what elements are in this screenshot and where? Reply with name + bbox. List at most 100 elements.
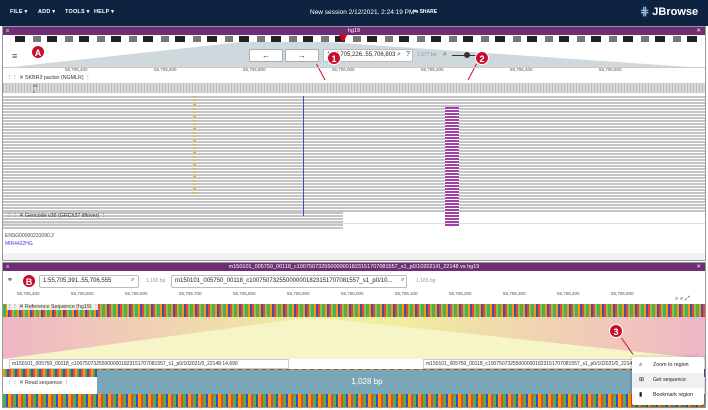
bookmark-region-item[interactable]: ▮ Bookmark region [632, 388, 704, 403]
track-menu-icon[interactable]: ⋮ [64, 380, 69, 386]
chromosome-ideogram[interactable] [15, 36, 705, 42]
close-view-icon[interactable]: ✕ [696, 27, 701, 35]
ruler-tick: 55,705,400 [65, 67, 88, 72]
linear-genome-view: ≡ hg19 ✕ ≡ A ← → 1:55,705,226..55,706,80… [2, 26, 706, 261]
region-highlight[interactable]: 1,028 bp [97, 370, 637, 394]
session-title[interactable]: New session 2/12/2021, 2:24:19 PM [310, 9, 414, 16]
ruler-tick: 55,705,900 [287, 291, 310, 296]
track-menu-icon[interactable]: ⋮ [85, 75, 90, 81]
bp-count: 1,577 bp [417, 52, 437, 58]
ruler-tick: 55,706,500 [611, 291, 634, 296]
zoom-icon: ⌕ [639, 362, 643, 368]
zoom-to-region-item[interactable]: ⌕ Zoom to region [632, 358, 704, 373]
menu-add[interactable]: ADD ▾ [38, 9, 55, 15]
ruler-tick: 55,706,200 [449, 291, 472, 296]
ruler-tick: 55,705,600 [125, 291, 148, 296]
link-views-icon[interactable]: ⚭ [7, 276, 13, 284]
view-title[interactable]: m150101_005750_00118_c100750732550000001… [229, 264, 480, 270]
gene-id[interactable]: ENSG00000231090.2 [5, 233, 54, 239]
track-menu-icon[interactable]: ⋮ [101, 213, 106, 219]
coverage-min-label: 0 [33, 89, 36, 94]
synteny-view: ≡ m150101_005750_00118_c1007507325500000… [2, 262, 706, 408]
snp-column [193, 96, 196, 196]
bookmark-icon: ▮ [639, 392, 643, 398]
read-bp-count: 1,165 bp [416, 278, 436, 284]
close-track-icon[interactable]: ✕ [19, 213, 23, 219]
track-menu-icon[interactable]: ⋮ [93, 304, 98, 310]
alignment-track-header[interactable]: ⋮⋮ ✕ SKBR3 pacbio (NGMLR) ⋮ [7, 75, 90, 81]
drag-handle-icon[interactable]: ⋮⋮ [7, 304, 18, 310]
share-button[interactable]: ⇆ SHARE [414, 9, 437, 15]
ruler-tick: 55,706,400 [557, 291, 580, 296]
annotation-marker-a: A [31, 45, 45, 59]
read-sequence-track[interactable] [3, 394, 705, 407]
ruler-tick: 55,705,600 [154, 67, 177, 72]
search-icon[interactable]: ⌕ [131, 277, 134, 284]
ref-location-input[interactable]: 1:55,705,391..55,706,555 [39, 275, 139, 288]
view-header: ≡ hg19 ✕ [3, 27, 705, 35]
ruler-tick: 55,705,800 [243, 67, 266, 72]
zoom-tool-icons[interactable]: ⌕ ⌕ ⤢ [675, 296, 690, 303]
help-icon[interactable]: ? [406, 51, 410, 58]
close-track-icon[interactable]: ✕ [19, 304, 23, 310]
drag-handle-icon[interactable]: ⋮⋮ [7, 213, 18, 219]
ruler-tick: 55,705,700 [179, 291, 202, 296]
zoom-slider-thumb[interactable] [464, 52, 470, 58]
hamburger-menu-icon[interactable]: ≡ [12, 51, 17, 61]
ref-bp-count: 1,165 bp [146, 278, 166, 284]
annotation-marker-b: B [22, 274, 36, 288]
view-header: ≡ m150101_005750_00118_c1007507325500000… [3, 263, 705, 271]
pan-left-button[interactable]: ← [249, 49, 283, 62]
coverage-track[interactable] [3, 83, 705, 93]
close-view-icon[interactable]: ✕ [696, 263, 701, 271]
search-icon[interactable]: ⌕ [397, 51, 401, 59]
ruler-tick: 55,706,000 [341, 291, 364, 296]
menu-tools[interactable]: TOOLS ▾ [65, 9, 90, 15]
track-divider [3, 223, 705, 224]
zoom-out-icon[interactable]: ⌕ [443, 51, 447, 59]
ruler-tick: 55,706,400 [510, 67, 533, 72]
ruler-tick: 55,705,800 [233, 291, 256, 296]
annotation-marker-1: 1 [327, 51, 341, 65]
share-icon: ⇆ [414, 9, 419, 15]
view-title[interactable]: hg19 [348, 28, 360, 34]
annotation-marker-2: 2 [475, 51, 489, 65]
search-icon[interactable]: ⌕ [401, 277, 404, 284]
close-track-icon[interactable]: ✕ [19, 75, 23, 81]
reference-sequence-track[interactable] [3, 304, 705, 317]
drag-handle-icon[interactable]: ⋮⋮ [7, 75, 18, 81]
ruler-tick: 55,706,200 [421, 67, 444, 72]
ruler-tick: 55,705,500 [71, 291, 94, 296]
read-label-left[interactable]: m150101_005750_00118_c100750732550000001… [9, 359, 289, 369]
menu-file[interactable]: FILE ▾ [10, 9, 27, 15]
ruler-tick: 55,706,600 [599, 67, 622, 72]
read-track-header[interactable]: ⋮⋮ ✕ Read sequence ⋮ [7, 380, 69, 386]
close-track-icon[interactable]: ✕ [19, 380, 23, 386]
view-menu-icon[interactable]: ≡ [6, 27, 9, 35]
arrow-left-icon: ← [262, 51, 270, 60]
ruler-tick: 55,706,100 [395, 291, 418, 296]
drag-handle-icon[interactable]: ⋮⋮ [7, 380, 18, 386]
gene-track-header[interactable]: ⋮⋮ ✕ Gencode v36 (GRCh37 liftover) ⋮ [7, 213, 106, 219]
ruler-tick: 55,705,400 [17, 291, 40, 296]
menu-help[interactable]: HELP ▾ [94, 9, 114, 15]
jbrowse-logo: ⋕ JBrowse [640, 6, 699, 18]
read-label-right[interactable]: m150101_005750_00118_c100750732550000001… [423, 359, 633, 369]
pileup-reads[interactable] [3, 96, 705, 212]
sequence-icon: ⊞ [639, 377, 645, 383]
ref-track-header[interactable]: ⋮⋮ ✕ Reference Sequence (hg19) ⋮ [7, 304, 99, 310]
annotation-marker-3: 3 [609, 324, 623, 338]
context-menu: ⌕ Zoom to region ⊞ Get sequence ▮ Bookma… [632, 357, 704, 405]
pan-right-button[interactable]: → [285, 49, 319, 62]
arrow-right-icon: → [298, 51, 306, 60]
gene-name[interactable]: MIR4422HG [5, 241, 33, 247]
ruler-tick: 55,706,000 [332, 67, 355, 72]
app-bar: FILE ▾ ADD ▾ TOOLS ▾ HELP ▾ New session … [0, 0, 708, 26]
view-menu-icon[interactable]: ≡ [6, 263, 9, 271]
mismatch-column [445, 107, 459, 227]
read-location-input[interactable]: m150101_005750_00118_c100750732550000001… [171, 275, 407, 288]
coverage-max-label: 45 [33, 83, 38, 88]
ruler-tick: 55,706,300 [503, 291, 526, 296]
get-sequence-item[interactable]: ⊞ Get sequence [632, 373, 704, 388]
view-resize-handle[interactable] [3, 253, 705, 260]
